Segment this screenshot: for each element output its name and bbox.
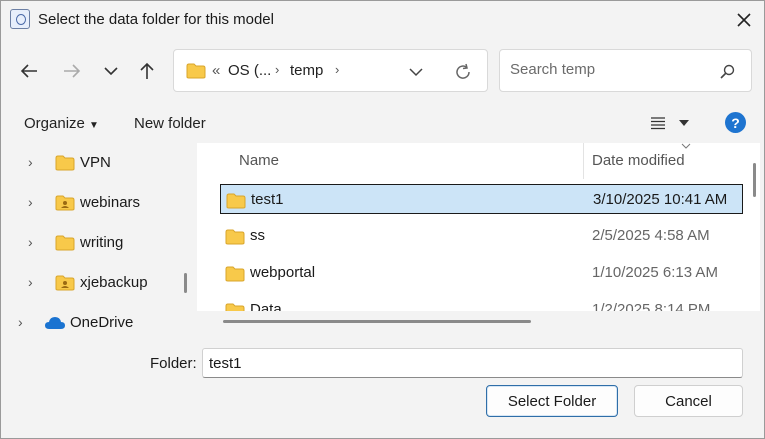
help-icon: ? <box>731 114 740 131</box>
chevron-right-icon[interactable]: › <box>28 194 33 210</box>
folder-icon <box>186 63 206 79</box>
chevron-down-icon[interactable] <box>409 67 423 77</box>
refresh-icon[interactable] <box>454 63 472 81</box>
breadcrumb-overflow[interactable]: « <box>212 62 220 79</box>
select-folder-button[interactable]: Select Folder <box>486 385 618 417</box>
chevron-down-icon <box>104 67 118 76</box>
folder-icon <box>226 193 246 209</box>
back-button[interactable] <box>14 55 44 87</box>
cloud-icon <box>45 317 65 329</box>
cancel-button[interactable]: Cancel <box>634 385 743 417</box>
dialog-title: Select the data folder for this model <box>38 11 274 28</box>
nav-item-label: writing <box>80 234 124 251</box>
file-date: 1/10/2025 6:13 AM <box>592 264 718 281</box>
breadcrumb-separator: › <box>275 62 280 77</box>
folder-icon <box>225 266 245 282</box>
search-box[interactable] <box>499 49 752 92</box>
nav-item-onedrive[interactable]: › OneDrive <box>2 303 178 331</box>
search-icon[interactable] <box>719 64 735 80</box>
nav-item-webinars[interactable]: › webinars <box>2 183 178 223</box>
view-list-icon[interactable] <box>650 116 666 130</box>
file-name: webportal <box>250 264 316 281</box>
up-button[interactable] <box>132 55 162 87</box>
title-bar: Select the data folder for this model <box>1 1 764 39</box>
close-icon <box>737 13 751 27</box>
chevron-right-icon[interactable]: › <box>28 234 33 250</box>
view-options-dropdown-icon[interactable] <box>679 120 689 126</box>
search-input[interactable] <box>510 61 710 78</box>
column-divider[interactable] <box>583 143 584 179</box>
breadcrumb-temp[interactable]: temp <box>290 62 323 79</box>
shared-folder-icon <box>55 275 75 291</box>
file-list-vertical-scrollbar[interactable] <box>753 163 756 197</box>
column-header-date[interactable]: Date modified <box>592 152 685 169</box>
nav-item-label: xjebackup <box>80 274 148 291</box>
folder-label: Folder: <box>150 355 197 372</box>
folder-icon <box>55 235 75 251</box>
chevron-right-icon[interactable]: › <box>28 274 33 290</box>
file-date: 3/10/2025 10:41 AM <box>593 191 728 208</box>
chevron-right-icon[interactable]: › <box>18 314 23 330</box>
table-row[interactable]: ss 2/5/2025 4:58 AM <box>220 221 743 251</box>
nav-pane-scrollbar[interactable] <box>184 273 187 293</box>
folder-name-input[interactable] <box>202 348 743 378</box>
help-button[interactable]: ? <box>725 112 746 133</box>
organize-label: Organize <box>24 115 85 132</box>
table-row[interactable]: webportal 1/10/2025 6:13 AM <box>220 258 743 288</box>
app-icon <box>10 9 30 29</box>
chevron-right-icon[interactable]: › <box>28 154 33 170</box>
organize-button[interactable]: Organize ▼ <box>24 115 99 132</box>
folder-icon <box>55 155 75 171</box>
file-dialog: Select the data folder for this model « … <box>0 0 765 439</box>
nav-item-label: VPN <box>80 154 111 171</box>
sort-indicator-icon <box>681 143 691 149</box>
file-list-horizontal-scrollbar[interactable] <box>223 320 531 323</box>
nav-item-xjebackup[interactable]: › xjebackup <box>2 263 178 303</box>
nav-item-label: webinars <box>80 194 141 211</box>
file-list: Name Date modified test1 3/10/2025 10:41… <box>197 143 760 331</box>
shared-folder-icon <box>55 195 75 211</box>
nav-item-vpn[interactable]: › VPN <box>2 143 178 183</box>
new-folder-button[interactable]: New folder <box>134 115 206 132</box>
navigation-pane: › VPN › webinars › writing › xjebackup ›… <box>2 143 178 331</box>
arrow-right-icon <box>64 64 81 78</box>
caret-down-icon: ▼ <box>89 120 99 131</box>
nav-item-label: OneDrive <box>70 314 134 331</box>
close-button[interactable] <box>727 5 761 35</box>
file-date: 2/5/2025 4:58 AM <box>592 227 710 244</box>
nav-item-writing[interactable]: › writing <box>2 223 178 263</box>
file-name: test1 <box>251 191 284 208</box>
forward-button[interactable] <box>57 55 87 87</box>
breadcrumb-os[interactable]: OS (... <box>228 62 271 79</box>
arrow-left-icon <box>20 64 37 78</box>
breadcrumb-separator: › <box>335 62 340 77</box>
address-bar[interactable]: « OS (... › temp › <box>173 49 488 92</box>
arrow-up-icon <box>140 62 154 79</box>
column-header-name[interactable]: Name <box>239 152 279 169</box>
file-name: ss <box>250 227 265 244</box>
table-row[interactable]: test1 3/10/2025 10:41 AM <box>220 184 743 214</box>
recent-locations-button[interactable] <box>96 55 126 87</box>
folder-icon <box>225 229 245 245</box>
